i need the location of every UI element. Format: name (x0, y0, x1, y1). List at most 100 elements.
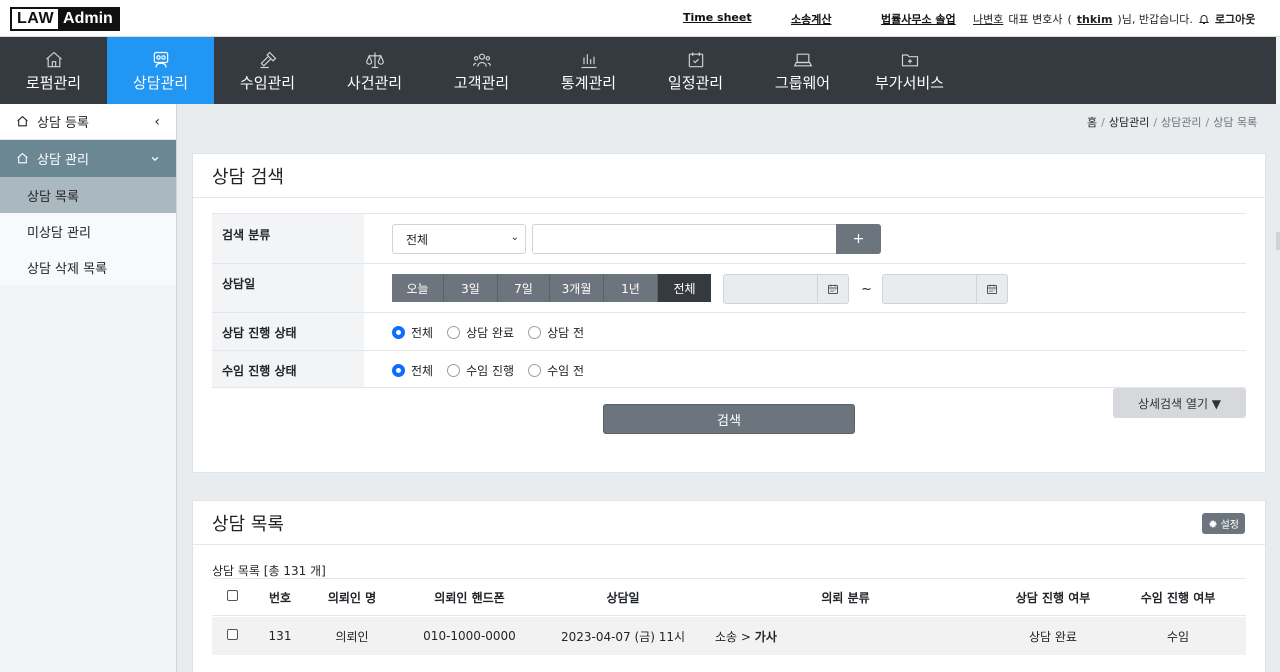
consult-icon (153, 51, 168, 68)
col-category[interactable]: 의뢰 분류 (703, 589, 988, 606)
table-header: 번호 의뢰인 명 의뢰인 핸드폰 상담일 의뢰 분류 상담 진행 여부 수임 진… (212, 578, 1246, 616)
office-link[interactable]: 법률사무소 솔업 (881, 11, 956, 27)
sidebar-item-list[interactable]: 상담 목록 (0, 177, 176, 213)
search-title: 상담 검색 (193, 154, 1265, 198)
col-case[interactable]: 수임 진행 여부 (1118, 589, 1238, 606)
user-id[interactable]: thkim (1077, 13, 1113, 26)
status-radio-before[interactable]: 상담 전 (528, 324, 584, 341)
logo-text-admin: Admin (58, 9, 118, 29)
calendar-icon[interactable] (817, 275, 848, 303)
user-name[interactable]: 나변호 (973, 11, 1003, 27)
header-checkbox-cell (212, 590, 252, 604)
logo[interactable]: LAW Admin (10, 7, 120, 31)
search-keyword-input[interactable] (532, 224, 838, 254)
chevron-down-icon[interactable] (150, 154, 160, 164)
search-button[interactable]: 검색 (603, 404, 855, 434)
breadcrumb-c2[interactable]: 상담관리 (1161, 116, 1201, 129)
chart-icon (581, 54, 596, 69)
radio-label: 상담 완료 (466, 326, 515, 340)
search-date-label: 상담일 (212, 264, 364, 312)
nav-item-firm[interactable]: 로펌관리 (0, 37, 107, 104)
col-phone[interactable]: 의뢰인 핸드폰 (396, 589, 543, 606)
col-date[interactable]: 상담일 (543, 589, 703, 606)
search-type-label: 검색 분류 (212, 214, 364, 263)
calendar-icon[interactable] (976, 275, 1007, 303)
cell-case: 수임 (1166, 629, 1190, 644)
sidebar-group-consult[interactable]: 상담 관리 (0, 140, 176, 177)
radio-dot[interactable] (392, 364, 405, 377)
chevron-left-icon[interactable]: ‹ (154, 114, 160, 130)
radio-label: 전체 (411, 364, 434, 378)
nav-label: 사건관리 (346, 74, 403, 92)
user-info: 나변호 대표 변호사 ( thkim )님, 반갑습니다. 로그아웃 (973, 11, 1255, 27)
cell-date: 2023-04-07 (금) 11시 (560, 629, 686, 644)
logout-button[interactable]: 로그아웃 (1215, 11, 1255, 27)
breadcrumb-home[interactable]: 홈 (1087, 116, 1097, 129)
breadcrumb-sep: / (1101, 116, 1105, 129)
search-type-select[interactable]: 전체 ⌄ (392, 224, 526, 254)
search-row-status: 상담 진행 상태 전체 상담 완료 상담 전 (212, 312, 1246, 350)
settings-button[interactable]: 설정 (1201, 513, 1245, 534)
radio-dot[interactable] (447, 364, 461, 377)
nav-label: 부가서비스 (874, 74, 944, 92)
settings-label: 설정 (1220, 520, 1239, 531)
breadcrumb: 홈 / 상담관리 / 상담관리 / 상담 목록 (1087, 114, 1257, 130)
nav-item-case-accept[interactable]: 수임관리 (214, 37, 321, 104)
nav-item-stats[interactable]: 통계관리 (535, 37, 642, 104)
date-3m-button[interactable]: 3개월 (550, 274, 604, 302)
scrollbar-thumb[interactable] (1276, 232, 1280, 250)
case-radio-before[interactable]: 수임 전 (528, 362, 584, 379)
calendar-icon (688, 52, 703, 68)
row-checkbox[interactable] (226, 629, 238, 640)
radio-dot[interactable] (528, 364, 542, 377)
col-client[interactable]: 의뢰인 명 (308, 589, 396, 606)
case-radio-all[interactable]: 전체 (392, 362, 433, 379)
col-status[interactable]: 상담 진행 여부 (988, 589, 1118, 606)
status-radio-done[interactable]: 상담 완료 (447, 324, 514, 341)
radio-dot[interactable] (392, 326, 405, 339)
radio-dot[interactable] (528, 326, 542, 339)
sidebar-item-unconsulted[interactable]: 미상담 관리 (0, 213, 176, 249)
nav-item-addon[interactable]: 부가서비스 (856, 37, 963, 104)
case-radio-progress[interactable]: 수임 진행 (447, 362, 514, 379)
search-row-date: 상담일 오늘 3일 7일 3개월 1년 전체 ~ (212, 263, 1246, 312)
nav-item-schedule[interactable]: 일정관리 (642, 37, 749, 104)
sidebar: 상담 등록 ‹ 상담 관리 상담 목록 미상담 관리 상담 삭제 목록 (0, 104, 177, 672)
date-7d-button[interactable]: 7일 (498, 274, 550, 302)
sidebar-register[interactable]: 상담 등록 ‹ (0, 104, 176, 140)
nav-item-consult[interactable]: 상담관리 (107, 37, 214, 104)
sidebar-item-deleted[interactable]: 상담 삭제 목록 (0, 249, 176, 285)
home-icon (17, 115, 28, 127)
breadcrumb-sep: / (1153, 116, 1158, 129)
user-paren-open: ( (1067, 12, 1072, 26)
breadcrumb-c1[interactable]: 상담관리 (1109, 116, 1149, 129)
date-today-button[interactable]: 오늘 (392, 274, 444, 302)
logo-text-law: LAW (17, 10, 55, 27)
add-keyword-button[interactable]: + (836, 224, 881, 254)
select-all-checkbox[interactable] (226, 590, 238, 601)
bell-icon[interactable] (1198, 13, 1210, 25)
date-1y-button[interactable]: 1년 (604, 274, 658, 302)
search-card: 상담 검색 검색 분류 전체 ⌄ + 상담일 오늘 3일 7일 3개월 1년 전… (192, 153, 1266, 473)
col-no[interactable]: 번호 (252, 589, 308, 606)
timesheet-link[interactable]: Time sheet (683, 11, 752, 24)
status-radio-all[interactable]: 전체 (392, 324, 433, 341)
date-end-input[interactable] (882, 274, 1008, 304)
calc-link[interactable]: 소송계산 (791, 11, 831, 27)
advanced-search-button[interactable]: 상세검색 열기 ▼ (1113, 388, 1246, 418)
table-row[interactable]: 131 의뢰인 010-1000-0000 2023-04-07 (금) 11시… (212, 617, 1246, 655)
date-3d-button[interactable]: 3일 (444, 274, 498, 302)
cell-client[interactable]: 의뢰인 (308, 628, 396, 645)
cell-category: 소송 > 가사 (703, 628, 988, 645)
date-all-button[interactable]: 전체 (658, 274, 711, 302)
nav-item-groupware[interactable]: 그룹웨어 (749, 37, 856, 104)
row-checkbox-cell (212, 629, 252, 643)
radio-dot[interactable] (447, 326, 461, 339)
date-start-input[interactable] (723, 274, 849, 304)
nav-label: 고객관리 (453, 74, 510, 92)
folder-plus-icon (901, 54, 918, 67)
nav-item-client[interactable]: 고객관리 (428, 37, 535, 104)
nav-item-case[interactable]: 사건관리 (321, 37, 428, 104)
gear-icon (1208, 519, 1217, 528)
